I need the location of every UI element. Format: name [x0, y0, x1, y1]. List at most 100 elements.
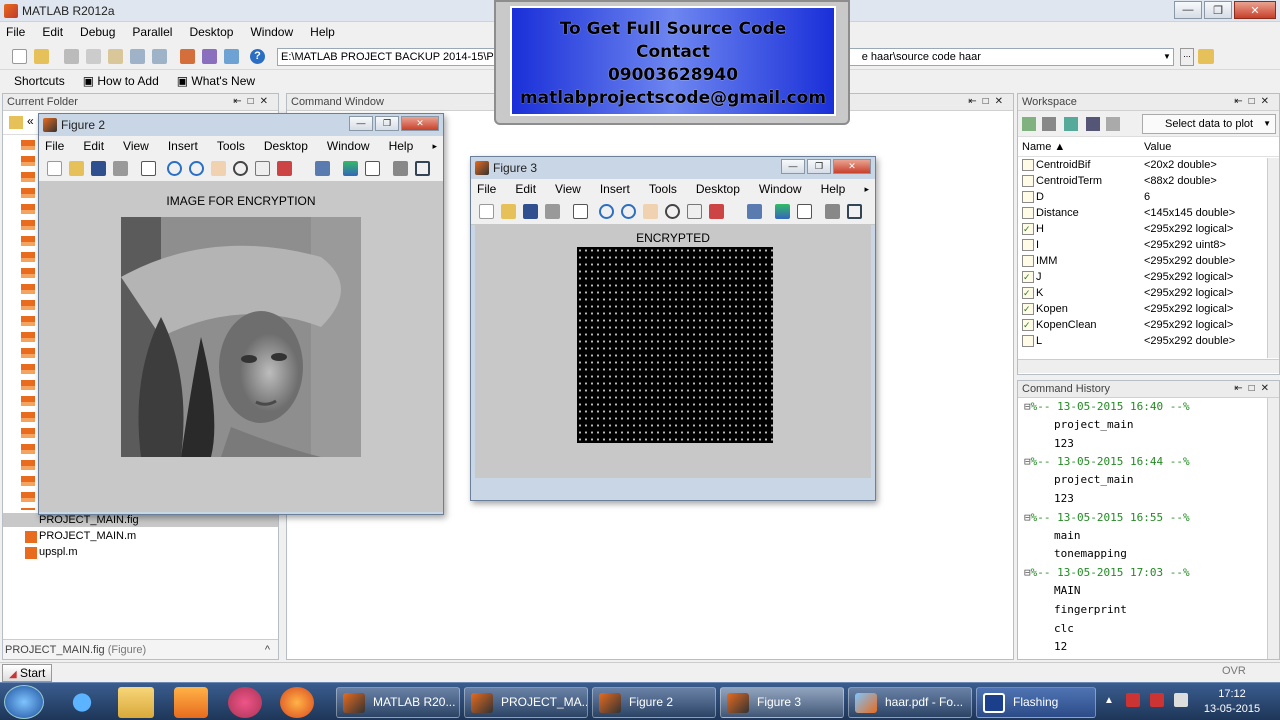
figure2-close-button[interactable]: ✕ — [401, 116, 439, 131]
path-dropdown-icon[interactable]: ▼ — [1160, 48, 1174, 66]
menu-desktop[interactable]: Desktop — [189, 25, 233, 39]
import-data-icon[interactable] — [1064, 117, 1078, 131]
figure2-menu-view[interactable]: View — [123, 139, 149, 153]
figure3-menu-help[interactable]: Help — [821, 182, 846, 196]
copy-icon[interactable] — [86, 49, 101, 64]
legend-icon-2[interactable] — [797, 204, 812, 219]
workspace-row[interactable]: I <295x292 uint8> — [1018, 237, 1279, 253]
figure2-menu-window[interactable]: Window — [327, 139, 370, 153]
legend-icon[interactable] — [365, 161, 380, 176]
collapse-details-button[interactable]: ^ — [265, 640, 270, 660]
open-file-icon-2[interactable] — [501, 204, 516, 219]
workspace-hscrollbar[interactable] — [1018, 359, 1279, 373]
shortcuts-link[interactable]: Shortcuts — [14, 74, 65, 88]
cut-icon[interactable] — [64, 49, 79, 64]
close-button[interactable]: ✕ — [1234, 1, 1276, 19]
figure2-window[interactable]: Figure 2 — ❐ ✕ File Edit View Insert Tools De… — [38, 113, 444, 515]
figure2-menu-insert[interactable]: Insert — [168, 139, 198, 153]
figure3-menu-edit[interactable]: Edit — [515, 182, 536, 196]
menu-window[interactable]: Window — [250, 25, 293, 39]
workspace-row[interactable]: D6 — [1018, 189, 1279, 205]
zoom-in-icon-2[interactable] — [599, 204, 614, 219]
zoom-out-icon-2[interactable] — [621, 204, 636, 219]
paste-icon[interactable] — [108, 49, 123, 64]
select-data-to-plot-button[interactable]: Select data to plot ▼ — [1142, 114, 1276, 134]
data-cursor-icon[interactable] — [255, 161, 270, 176]
history-command[interactable]: tonemapping — [1024, 547, 1279, 566]
workspace-row[interactable]: CentroidBif <20x2 double> — [1018, 157, 1279, 173]
history-scrollbar[interactable] — [1267, 398, 1279, 659]
file-project-main-m[interactable]: PROJECT_MAIN.m — [39, 530, 136, 542]
workspace-row[interactable]: CentroidTerm <88x2 double> — [1018, 173, 1279, 189]
history-session-header[interactable]: ⊟%-- 13-05-2015 16:55 --% — [1024, 511, 1279, 529]
save-workspace-icon[interactable] — [1086, 117, 1100, 131]
tray-volume-icon[interactable] — [1174, 693, 1188, 707]
history-session-header[interactable]: ⊟%-- 13-05-2015 17:03 --% — [1024, 566, 1279, 584]
browse-button[interactable]: ... — [1180, 48, 1194, 66]
pointer-icon[interactable] — [141, 161, 156, 176]
save-icon[interactable] — [91, 161, 106, 176]
new-file-icon[interactable] — [12, 49, 27, 64]
tray-network-icon[interactable] — [1150, 693, 1164, 707]
history-command[interactable]: project_main — [1024, 418, 1279, 437]
start-button[interactable]: ◢ Start — [2, 664, 52, 682]
figure2-menu-edit[interactable]: Edit — [83, 139, 104, 153]
menu-edit[interactable]: Edit — [42, 25, 63, 39]
figure2-menu-file[interactable]: File — [45, 139, 64, 153]
data-cursor-icon-2[interactable] — [687, 204, 702, 219]
figure3-menu-insert[interactable]: Insert — [600, 182, 630, 196]
menu-help[interactable]: Help — [310, 25, 335, 39]
profiler-icon[interactable] — [224, 49, 239, 64]
zoom-out-icon[interactable] — [189, 161, 204, 176]
figure3-dock-arrow-icon[interactable]: ▸ — [864, 184, 869, 195]
taskbar-figure3[interactable]: Figure 3 — [720, 687, 844, 718]
new-figure-icon-2[interactable] — [479, 204, 494, 219]
collapse-icon[interactable]: ⊟ — [1024, 511, 1031, 524]
taskbar-flashing[interactable]: Flashing — [976, 687, 1096, 718]
simulink-icon[interactable] — [180, 49, 195, 64]
figure2-menu-desktop[interactable]: Desktop — [264, 139, 308, 153]
collapse-icon[interactable]: ⊟ — [1024, 566, 1031, 579]
open-file-icon[interactable] — [69, 161, 84, 176]
folder-back-button[interactable]: « — [27, 114, 34, 128]
workspace-controls[interactable]: ⇤□✕ — [1234, 94, 1275, 110]
tray-flag-icon[interactable] — [1126, 693, 1140, 707]
workspace-row[interactable]: ✓ K <295x292 logical> — [1018, 285, 1279, 301]
file-project-main-fig[interactable]: PROJECT_MAIN.fig — [39, 513, 139, 527]
collapse-icon[interactable]: ⊟ — [1024, 400, 1031, 413]
save-icon-2[interactable] — [523, 204, 538, 219]
history-command[interactable]: main — [1024, 529, 1279, 548]
figure2-menu-tools[interactable]: Tools — [217, 139, 245, 153]
menu-file[interactable]: File — [6, 25, 25, 39]
figure2-titlebar[interactable]: Figure 2 — ❐ ✕ — [39, 114, 443, 136]
taskbar-project-main[interactable]: PROJECT_MA... — [464, 687, 588, 718]
history-command[interactable]: fingerprint — [1024, 603, 1279, 622]
history-command[interactable]: MAIN — [1024, 584, 1279, 603]
hide-plot-tools-icon[interactable] — [393, 161, 408, 176]
internet-explorer-icon[interactable] — [62, 687, 102, 718]
menu-debug[interactable]: Debug — [80, 25, 115, 39]
figure3-menu-tools[interactable]: Tools — [649, 182, 677, 196]
history-command[interactable]: 12 — [1024, 640, 1279, 659]
figure2-maximize-button[interactable]: ❐ — [375, 116, 399, 131]
selected-file-row[interactable]: PROJECT_MAIN.fig — [3, 513, 278, 527]
windows-start-orb-icon[interactable] — [4, 685, 44, 719]
new-figure-icon[interactable] — [47, 161, 62, 176]
rotate-icon-2[interactable] — [665, 204, 680, 219]
open-variable-icon[interactable] — [1042, 117, 1056, 131]
file-upspl-m[interactable]: upspl.m — [39, 546, 78, 558]
history-session-header[interactable]: ⊟%-- 13-05-2015 16:40 --% — [1024, 400, 1279, 418]
history-session-header[interactable]: ⊟%-- 13-05-2015 16:44 --% — [1024, 455, 1279, 473]
figure3-close-button[interactable]: ✕ — [833, 159, 871, 174]
show-plot-tools-icon-2[interactable] — [847, 204, 862, 219]
history-command[interactable]: clc — [1024, 622, 1279, 641]
workspace-vscrollbar[interactable] — [1267, 158, 1279, 358]
maximize-button[interactable]: ❐ — [1204, 1, 1232, 19]
figure3-window[interactable]: Figure 3 — ❐ ✕ File Edit View Insert Tools De… — [470, 156, 876, 501]
tray-clock[interactable]: 17:12 13-05-2015 — [1200, 687, 1264, 717]
history-controls[interactable]: ⇤□✕ — [1234, 381, 1275, 397]
figure3-minimize-button[interactable]: — — [781, 159, 805, 174]
workspace-row[interactable]: ✓ Kopen <295x292 logical> — [1018, 301, 1279, 317]
whats-new-link[interactable]: ▣ What's New — [177, 74, 255, 88]
pan-icon[interactable] — [211, 161, 226, 176]
